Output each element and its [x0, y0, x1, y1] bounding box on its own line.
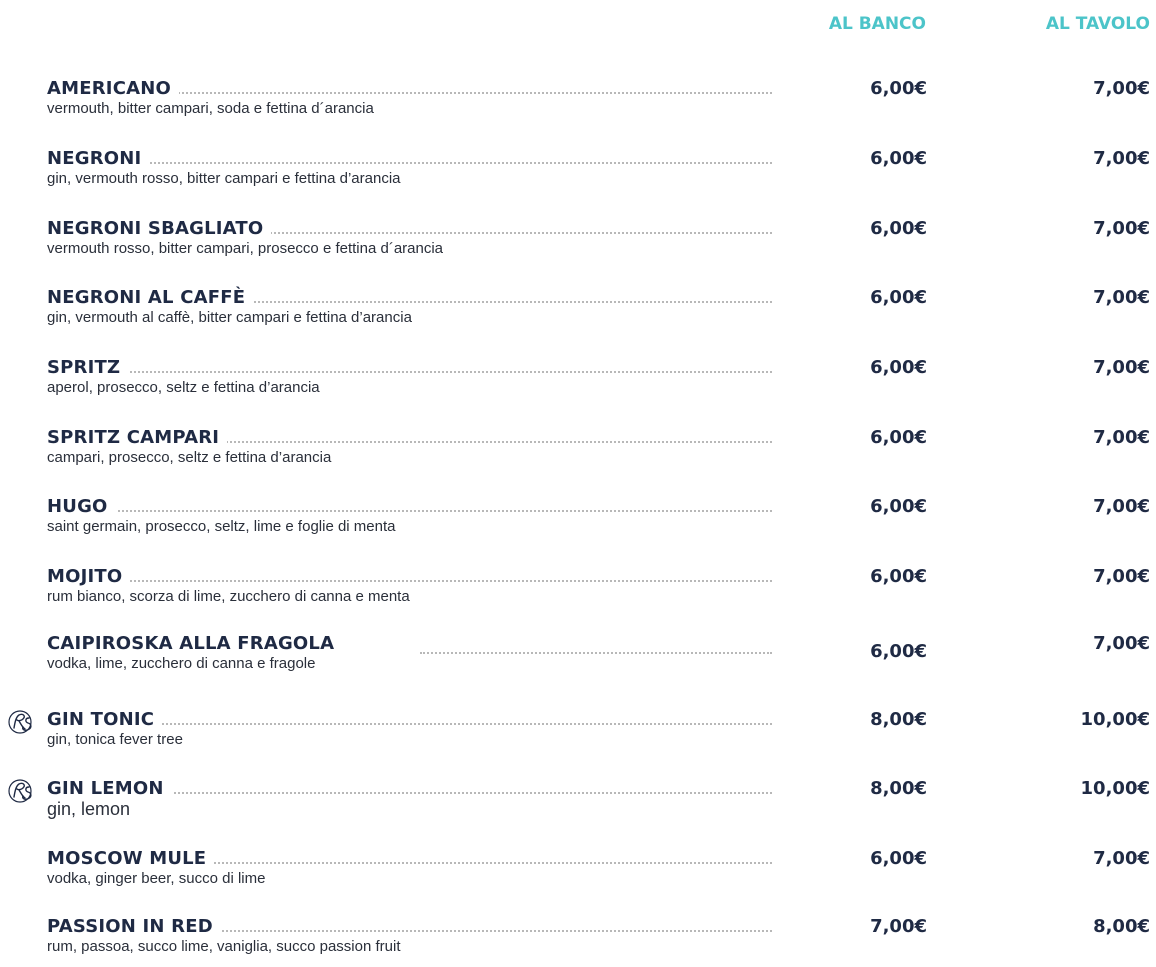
- menu-item-americano: AMERICANO vermouth, bitter campari, soda…: [0, 79, 1156, 129]
- item-name: NEGRONI AL CAFFÈ: [47, 288, 254, 308]
- menu-item-gin-tonic: GIN TONIC gin, tonica fever tree 8,00€ 1…: [0, 710, 1156, 760]
- dot-leader: [47, 162, 772, 164]
- item-description: rum bianco, scorza di lime, zucchero di …: [47, 588, 410, 605]
- dot-leader: [47, 371, 772, 373]
- dot-leader: [420, 652, 772, 654]
- item-description: vermouth, bitter campari, soda e fettina…: [47, 100, 374, 117]
- price-tavolo: 10,00€: [1080, 709, 1150, 730]
- item-description: saint germain, prosecco, seltz, lime e f…: [47, 518, 396, 535]
- item-description: aperol, prosecco, seltz e fettina d’aran…: [47, 379, 320, 396]
- item-description: campari, prosecco, seltz e fettina d’ara…: [47, 449, 332, 466]
- item-name: GIN LEMON: [47, 779, 172, 799]
- item-description: gin, vermouth al caffè, bitter campari e…: [47, 309, 412, 326]
- header-al-banco: AL BANCO: [828, 14, 926, 34]
- price-banco: 6,00€: [870, 357, 927, 378]
- header-al-tavolo: AL TAVOLO: [1045, 14, 1150, 34]
- item-description: gin, tonica fever tree: [47, 731, 183, 748]
- menu-item-negroni: NEGRONI gin, vermouth rosso, bitter camp…: [0, 149, 1156, 199]
- price-banco: 6,00€: [870, 427, 927, 448]
- menu-item-negroni-al-caffe: NEGRONI AL CAFFÈ gin, vermouth al caffè,…: [0, 288, 1156, 338]
- item-description: vodka, lime, zucchero di canna e fragole: [47, 655, 316, 672]
- item-name: AMERICANO: [47, 79, 180, 99]
- item-name: MOSCOW MULE: [47, 849, 215, 869]
- item-name: HUGO: [47, 497, 116, 517]
- item-name: GIN TONIC: [47, 710, 163, 730]
- item-description: vodka, ginger beer, succo di lime: [47, 870, 266, 887]
- item-description: gin, lemon: [47, 799, 131, 819]
- price-tavolo: 7,00€: [1093, 357, 1150, 378]
- price-banco: 6,00€: [870, 496, 927, 517]
- item-description: gin, vermouth rosso, bitter campari e fe…: [47, 170, 401, 187]
- rs-monogram-icon: [8, 779, 32, 803]
- price-banco: 6,00€: [870, 78, 927, 99]
- menu-item-mojito: MOJITO rum bianco, scorza di lime, zucch…: [0, 567, 1156, 617]
- price-tavolo: 7,00€: [1093, 496, 1150, 517]
- price-banco: 6,00€: [870, 218, 927, 239]
- price-tavolo: 10,00€: [1080, 778, 1150, 799]
- price-banco: 8,00€: [870, 778, 927, 799]
- menu-item-hugo: HUGO saint germain, prosecco, seltz, lim…: [0, 497, 1156, 547]
- price-banco: 6,00€: [870, 566, 927, 587]
- price-banco: 6,00€: [870, 641, 927, 662]
- price-tavolo: 7,00€: [1093, 848, 1150, 869]
- rs-monogram-icon: [8, 710, 32, 734]
- price-tavolo: 7,00€: [1093, 427, 1150, 448]
- menu-item-spritz-campari: SPRITZ CAMPARI campari, prosecco, seltz …: [0, 428, 1156, 478]
- price-tavolo: 7,00€: [1093, 633, 1150, 654]
- item-name: CAIPIROSKA ALLA FRAGOLA: [47, 634, 343, 654]
- menu-item-passion-in-red: PASSION IN RED rum, passoa, succo lime, …: [0, 917, 1156, 967]
- price-tavolo: 7,00€: [1093, 566, 1150, 587]
- dot-leader: [47, 510, 772, 512]
- item-name: SPRITZ CAMPARI: [47, 428, 228, 448]
- item-description: rum, passoa, succo lime, vaniglia, succo…: [47, 938, 401, 955]
- price-banco: 6,00€: [870, 848, 927, 869]
- menu-item-caipiroska-alla-fragola: CAIPIROSKA ALLA FRAGOLA vodka, lime, zuc…: [0, 634, 1156, 684]
- price-tavolo: 7,00€: [1093, 78, 1150, 99]
- item-name: NEGRONI SBAGLIATO: [47, 219, 272, 239]
- item-name: SPRITZ: [47, 358, 129, 378]
- price-tavolo: 7,00€: [1093, 218, 1150, 239]
- dot-leader: [47, 580, 772, 582]
- price-tavolo: 7,00€: [1093, 148, 1150, 169]
- menu-item-gin-lemon: GIN LEMON gin, lemon 8,00€ 10,00€: [0, 779, 1156, 829]
- item-name: NEGRONI: [47, 149, 150, 169]
- price-banco: 8,00€: [870, 709, 927, 730]
- menu-item-moscow-mule: MOSCOW MULE vodka, ginger beer, succo di…: [0, 849, 1156, 899]
- price-tavolo: 7,00€: [1093, 287, 1150, 308]
- item-name: MOJITO: [47, 567, 131, 587]
- price-banco: 7,00€: [870, 916, 927, 937]
- item-name: PASSION IN RED: [47, 917, 221, 937]
- menu-item-negroni-sbagliato: NEGRONI SBAGLIATO vermouth rosso, bitter…: [0, 219, 1156, 269]
- price-tavolo: 8,00€: [1093, 916, 1150, 937]
- item-description: vermouth rosso, bitter campari, prosecco…: [47, 240, 444, 257]
- menu-item-spritz: SPRITZ aperol, prosecco, seltz e fettina…: [0, 358, 1156, 408]
- price-banco: 6,00€: [870, 148, 927, 169]
- price-banco: 6,00€: [870, 287, 927, 308]
